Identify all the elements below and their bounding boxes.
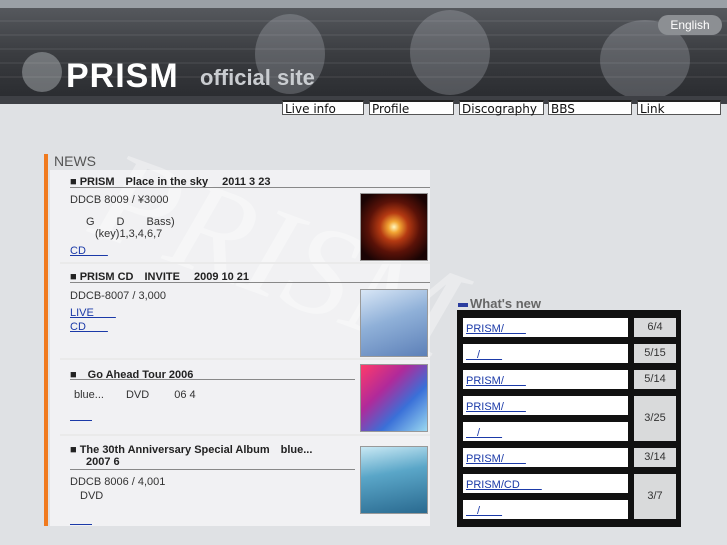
whats-new-row[interactable]: / [463, 500, 628, 519]
nav-link[interactable]: Link [637, 100, 721, 116]
site-subtitle: official site [200, 65, 315, 90]
news-item-text: G D Bass) [86, 216, 175, 228]
whats-new-row[interactable]: PRISM/ [463, 318, 628, 337]
whats-new-date: 5/14 [634, 370, 676, 389]
news-item-heading-date: 2007 6 [86, 456, 120, 468]
whats-new-link[interactable]: / [466, 502, 502, 518]
whats-new-link[interactable]: PRISM/CD [466, 476, 542, 492]
news-item-heading: ■ The 30th Anniversary Special Album blu… [70, 444, 313, 456]
nav-profile[interactable]: Profile [369, 100, 454, 116]
news-item-text: DVD [80, 490, 104, 502]
news-item-text: DDCB-8007 / 3,000 [70, 290, 166, 302]
english-button[interactable]: English [658, 15, 722, 35]
nav-live-info[interactable]: Live info [282, 100, 364, 116]
album-cover-invite[interactable] [360, 289, 428, 357]
whats-new-date: 5/15 [634, 344, 676, 363]
header-top-band [0, 0, 727, 8]
whats-new-date: 3/7 [634, 474, 676, 519]
site-header: PRISM official site English [0, 0, 727, 99]
news-item-link[interactable] [70, 511, 92, 527]
whats-new-row[interactable]: PRISM/ [463, 448, 628, 467]
whats-new-link[interactable]: PRISM/ [466, 372, 526, 388]
whats-new-date: 3/14 [634, 448, 676, 467]
whats-new-link[interactable]: PRISM/ [466, 398, 526, 414]
news-item-text: DDCB 8009 / ¥3000 [70, 194, 169, 206]
whats-new-date: 6/4 [634, 318, 676, 337]
news-accent-bar [44, 154, 48, 526]
whats-new-row[interactable]: PRISM/CD [463, 474, 628, 493]
nav-bbs[interactable]: BBS [548, 100, 632, 116]
whats-new-date: 3/25 [634, 396, 676, 441]
dvd-cover-go-ahead-tour[interactable] [360, 364, 428, 432]
whats-new-row[interactable]: PRISM/ [463, 370, 628, 389]
album-cover-place-in-the-sky[interactable] [360, 193, 428, 261]
news-item-link[interactable]: CD [70, 242, 108, 258]
whats-new-title: What's new [470, 296, 541, 311]
whats-new-row[interactable]: / [463, 344, 628, 363]
news-item-text: (key)1,3,4,6,7 [95, 228, 163, 240]
album-cover-30th-anniversary[interactable] [360, 446, 428, 514]
whats-new-link[interactable]: / [466, 346, 502, 362]
whats-new-row[interactable]: / [463, 422, 628, 441]
news-item-link[interactable] [70, 407, 92, 423]
news-item-text: DDCB 8006 / 4,001 [70, 476, 166, 488]
whats-new-link[interactable]: PRISM/ [466, 320, 526, 336]
news-title: NEWS [54, 153, 96, 169]
news-item-link[interactable]: CD [70, 318, 108, 334]
site-logo[interactable]: PRISM [66, 57, 179, 96]
whats-new-link[interactable]: / [466, 424, 502, 440]
whats-new-link[interactable]: PRISM/ [466, 450, 526, 466]
whats-new-marker [458, 303, 468, 307]
nav-discography[interactable]: Discography [459, 100, 544, 116]
news-item-text: blue... DVD 06 4 [74, 389, 196, 401]
whats-new-row[interactable]: PRISM/ [463, 396, 628, 415]
